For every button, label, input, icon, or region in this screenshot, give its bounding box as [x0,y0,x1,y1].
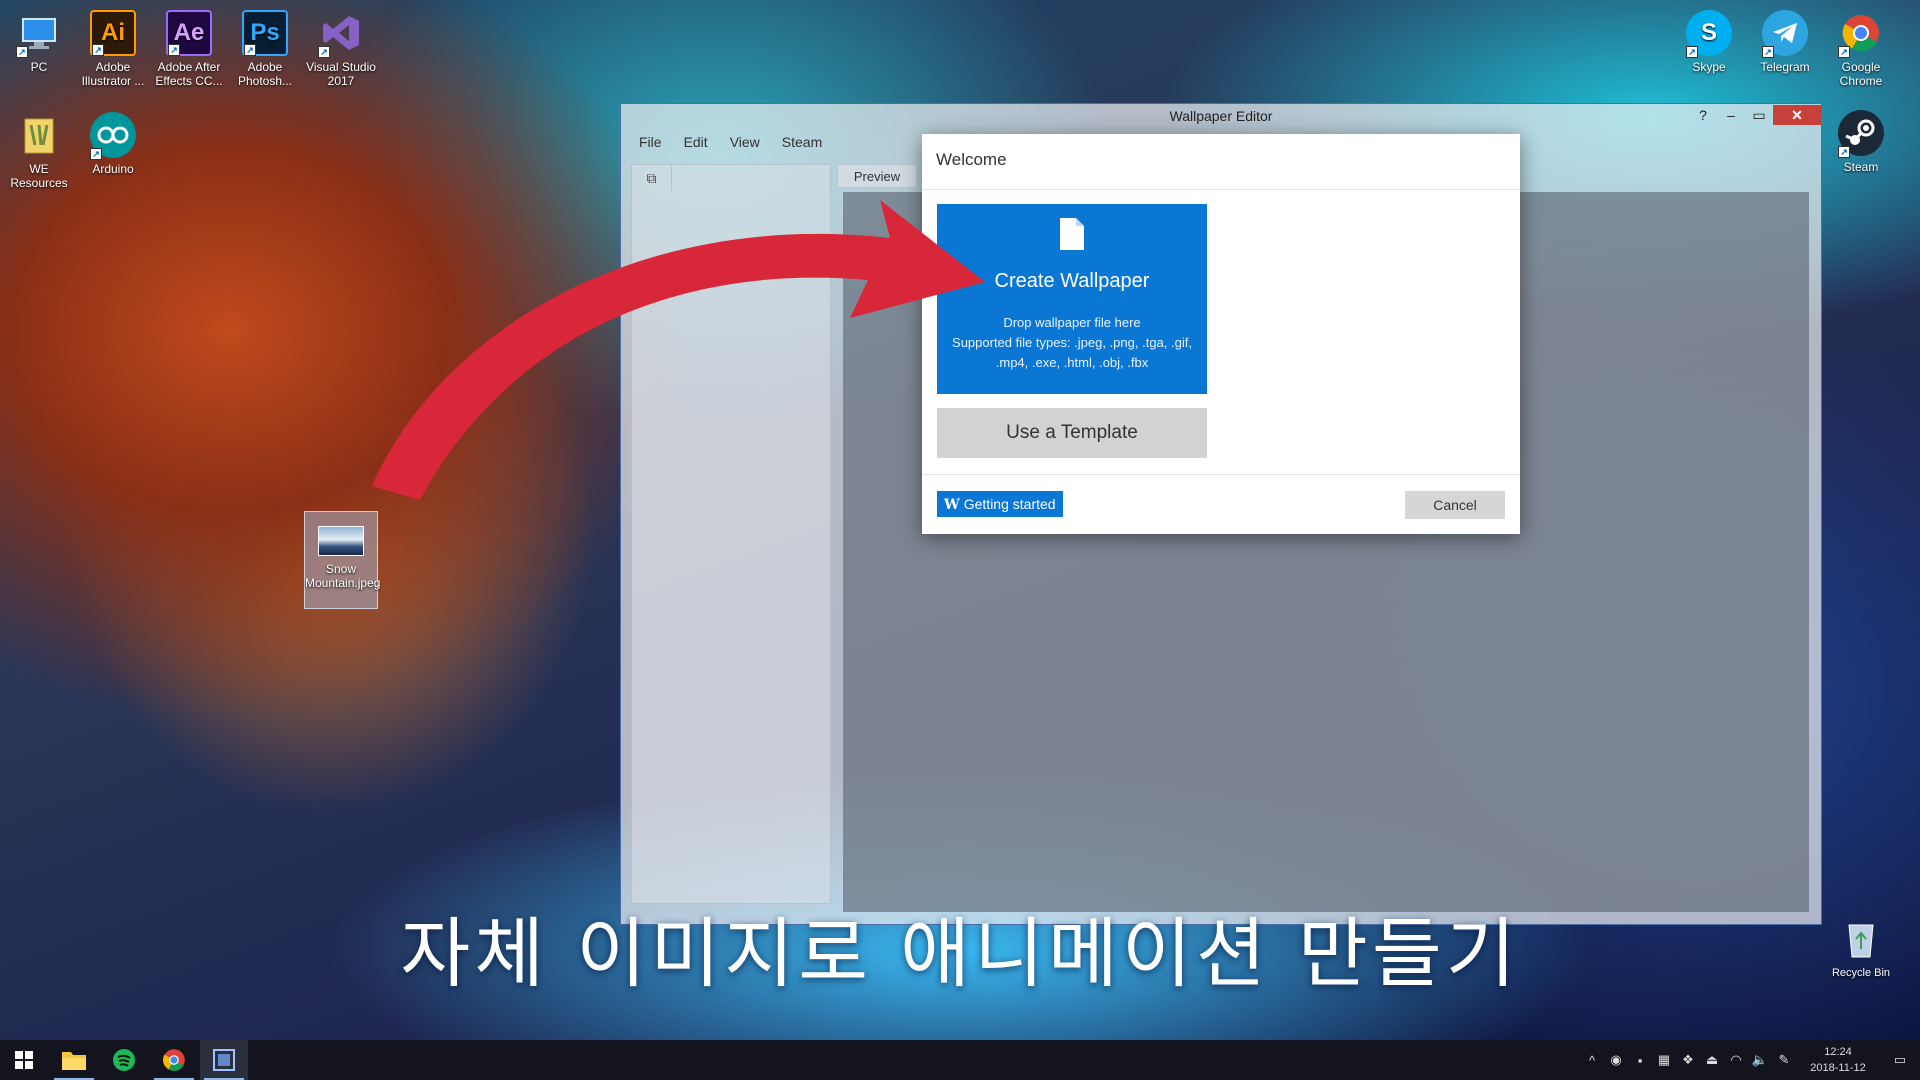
file-icon [1060,218,1084,252]
file-label: Snow Mountain.jpeg [305,562,381,590]
wallpaper-engine-taskbar-icon[interactable] [200,1040,248,1080]
start-button[interactable] [0,1040,48,1080]
clock-date: 2018-11-12 [1810,1062,1866,1074]
drop-hint: Drop wallpaper file here Supported file … [937,313,1207,373]
maximize-button[interactable]: ▭ [1745,107,1773,124]
menu-edit[interactable]: Edit [684,134,708,150]
dialog-footer: W Getting started Cancel [922,474,1520,534]
menu-view[interactable]: View [730,134,760,150]
image-thumbnail-icon [318,526,364,556]
chrome-taskbar-icon[interactable] [150,1040,198,1080]
photoshop-icon: Ps ↗ [242,10,288,56]
getting-started-label: Getting started [963,496,1056,512]
getting-started-button[interactable]: W Getting started [937,491,1063,517]
editor-title: Wallpaper Editor [1169,108,1273,124]
dropbox-tray-icon[interactable]: ❖ [1676,1052,1700,1068]
steam-tray-icon[interactable]: ◉ [1604,1052,1628,1068]
minimize-button[interactable]: – [1717,107,1745,123]
desktop-icon-label: Steam [1843,160,1879,174]
create-wallpaper-title: Create Wallpaper [994,270,1150,292]
telegram-icon: ↗ [1762,10,1808,58]
after-effects-icon: Ae ↗ [166,10,212,56]
taskbar: ^ ◉ ▪ ▦ ❖ ⏏ ◠ 🔈 ✎ 12:24 2018-11-12 ▭ [0,1040,1920,1080]
shortcut-arrow-icon: ↗ [16,46,28,58]
action-center-icon[interactable]: ▭ [1880,1052,1920,1068]
notes-tray-icon[interactable]: ▪ [1628,1053,1652,1068]
desktop-icon-label: PC [30,60,48,74]
skype-icon: S ↗ [1686,10,1732,58]
help-button[interactable]: ? [1689,107,1717,123]
supported-types: Supported file types: .jpeg, .png, .tga,… [952,335,1192,370]
shortcut-arrow-icon: ↗ [1838,46,1850,58]
desktop-icon-photoshop[interactable]: Ps ↗ Adobe Photosh... [226,10,304,88]
drop-line: Drop wallpaper file here [1003,315,1141,330]
clock[interactable]: 12:24 2018-11-12 [1796,1044,1880,1076]
desktop-icon-telegram[interactable]: ↗ Telegram [1746,10,1824,74]
window-controls: ? – ▭ ✕ [1689,104,1821,126]
desktop-icon-label: Skype [1692,60,1726,74]
editor-titlebar[interactable]: Wallpaper Editor ? – ▭ ✕ [621,104,1821,128]
shortcut-arrow-icon: ↗ [1838,146,1850,158]
copy-icon[interactable]: ⧉ [632,165,672,191]
chevron-up-icon[interactable]: ^ [1580,1053,1604,1068]
grid-tray-icon[interactable]: ▦ [1652,1052,1676,1068]
shortcut-arrow-icon: ↗ [168,44,180,56]
use-template-button[interactable]: Use a Template [937,408,1207,458]
folder-icon [16,112,62,158]
menu-steam[interactable]: Steam [782,134,822,150]
shortcut-arrow-icon: ↗ [90,148,102,160]
desktop-icon-label: Adobe Illustrator ... [81,60,145,88]
desktop-icon-steam[interactable]: ↗ Steam [1822,110,1900,174]
desktop-icon-arduino[interactable]: ↗ Arduino [74,112,152,176]
subtitle-caption: 자체 이미지로 애니메이션 만들기 [400,909,1520,998]
create-wallpaper-button[interactable]: Create Wallpaper Drop wallpaper file her… [937,204,1207,394]
dialog-title: Welcome [922,134,1520,190]
desktop-icon-label: Google Chrome [1839,60,1883,88]
close-button[interactable]: ✕ [1773,105,1821,125]
welcome-dialog: Welcome Create Wallpaper Drop wallpaper … [922,134,1520,534]
shortcut-arrow-icon: ↗ [1686,46,1698,58]
desktop-icon-after-effects[interactable]: Ae ↗ Adobe After Effects CC... [150,10,228,88]
menu-file[interactable]: File [639,134,662,150]
illustrator-icon: Ai ↗ [90,10,136,56]
wifi-icon[interactable]: ◠ [1724,1052,1748,1068]
desktop-icon-label: Arduino [92,162,134,176]
file-explorer-taskbar-icon[interactable] [50,1040,98,1080]
desktop-icon-visual-studio[interactable]: ↗ Visual Studio 2017 [302,10,380,88]
arduino-icon: ↗ [90,112,136,160]
wiki-icon: W [944,497,960,513]
editor-menubar: File Edit View Steam [639,134,822,150]
pc-icon: ↗ [16,10,62,58]
desktop-icon-label: Adobe Photosh... [237,60,293,88]
desktop-icon-we-resources[interactable]: WE Resources [0,112,78,190]
desktop-icon-label: WE Resources [10,162,68,190]
shortcut-arrow-icon: ↗ [1762,46,1774,58]
system-tray: ^ ◉ ▪ ▦ ❖ ⏏ ◠ 🔈 ✎ 12:24 2018-11-12 ▭ [1580,1040,1920,1080]
shortcut-arrow-icon: ↗ [92,44,104,56]
visual-studio-icon: ↗ [318,10,364,58]
desktop-icon-chrome[interactable]: ↗ Google Chrome [1822,10,1900,88]
desktop-icon-illustrator[interactable]: Ai ↗ Adobe Illustrator ... [74,10,152,88]
shortcut-arrow-icon: ↗ [318,46,330,58]
desktop-icon-pc[interactable]: ↗ PC [0,10,78,74]
desktop-icon-skype[interactable]: S ↗ Skype [1670,10,1748,74]
desktop-icon-label: Adobe After Effects CC... [155,60,223,88]
clock-time: 12:24 [1824,1046,1852,1058]
tab-preview[interactable]: Preview [837,164,917,188]
shortcut-arrow-icon: ↗ [244,44,256,56]
snow-mountain-file[interactable]: Snow Mountain.jpeg [304,511,381,609]
cancel-button[interactable]: Cancel [1405,491,1505,519]
chrome-icon: ↗ [1838,10,1884,58]
spotify-taskbar-icon[interactable] [100,1040,148,1080]
editor-sidebar: ⧉ [631,164,831,904]
pen-icon[interactable]: ✎ [1772,1052,1796,1068]
eject-tray-icon[interactable]: ⏏ [1700,1052,1724,1068]
volume-icon[interactable]: 🔈 [1748,1052,1772,1068]
desktop-icon-label: Telegram [1760,60,1810,74]
desktop-icon-label: Visual Studio 2017 [306,60,376,88]
steam-icon: ↗ [1838,110,1884,158]
